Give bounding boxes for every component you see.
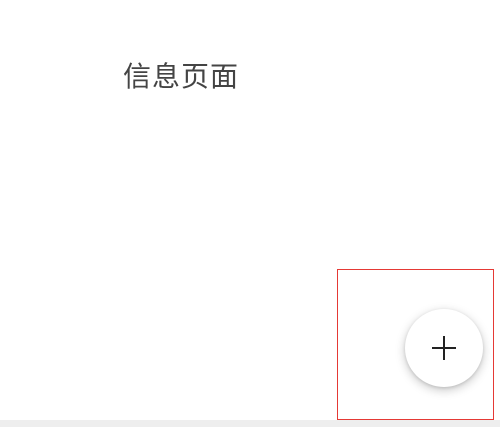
bottom-edge: [0, 420, 500, 427]
plus-icon: [430, 334, 458, 362]
add-fab-button[interactable]: [405, 309, 483, 387]
app-screen: 信息页面: [0, 0, 500, 427]
page-title: 信息页面: [123, 60, 240, 93]
